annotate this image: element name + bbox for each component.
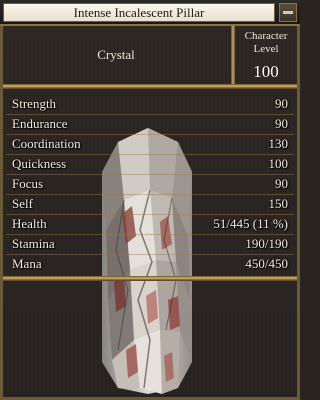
level-label: Character Level xyxy=(235,30,297,56)
stat-label: Self xyxy=(12,196,33,211)
stat-value: 51/445 (11 %) xyxy=(213,216,288,231)
stat-row-health: Health 51/445 (11 %) xyxy=(6,214,294,235)
title-bar: Intense Incalescent Pillar xyxy=(0,0,300,26)
level-box: Character Level 100 xyxy=(235,26,297,84)
stat-row-endurance: Endurance 90 xyxy=(6,114,294,135)
level-label-line2: Level xyxy=(253,43,279,55)
header-divider-horizontal xyxy=(3,84,297,89)
stat-row-mana: Mana 450/450 xyxy=(6,254,294,274)
panel-header: Crystal Character Level 100 xyxy=(3,26,297,84)
minimize-button[interactable] xyxy=(279,3,297,22)
stat-value: 190/190 xyxy=(245,236,288,251)
stat-row-coordination: Coordination 130 xyxy=(6,134,294,155)
stat-row-stamina: Stamina 190/190 xyxy=(6,234,294,255)
stat-value: 150 xyxy=(268,196,289,211)
stat-label: Quickness xyxy=(12,156,67,171)
stat-label: Strength xyxy=(12,96,57,111)
stat-row-quickness: Quickness 100 xyxy=(6,154,294,175)
level-value: 100 xyxy=(253,62,279,81)
stats-table: Strength 90 Endurance 90 Coordination 13… xyxy=(6,94,294,274)
stat-row-strength: Strength 90 xyxy=(6,94,294,115)
stats-divider-horizontal xyxy=(3,276,297,281)
stat-label: Stamina xyxy=(12,236,55,251)
window-title: Intense Incalescent Pillar xyxy=(3,3,275,22)
creature-name: Crystal xyxy=(97,47,135,62)
stat-row-focus: Focus 90 xyxy=(6,174,294,195)
minimize-icon xyxy=(283,11,293,14)
stat-value: 130 xyxy=(268,136,289,151)
stat-label: Coordination xyxy=(12,136,81,151)
stat-value: 90 xyxy=(275,116,288,131)
stat-row-self: Self 150 xyxy=(6,194,294,215)
stat-label: Focus xyxy=(12,176,44,191)
level-label-line1: Character xyxy=(244,30,288,42)
stat-label: Endurance xyxy=(12,116,68,131)
stat-value: 90 xyxy=(275,176,288,191)
stat-value: 90 xyxy=(275,96,288,111)
stat-value: 100 xyxy=(268,156,289,171)
stat-value: 450/450 xyxy=(245,256,288,271)
stat-label: Health xyxy=(12,216,47,231)
stat-label: Mana xyxy=(12,256,42,271)
